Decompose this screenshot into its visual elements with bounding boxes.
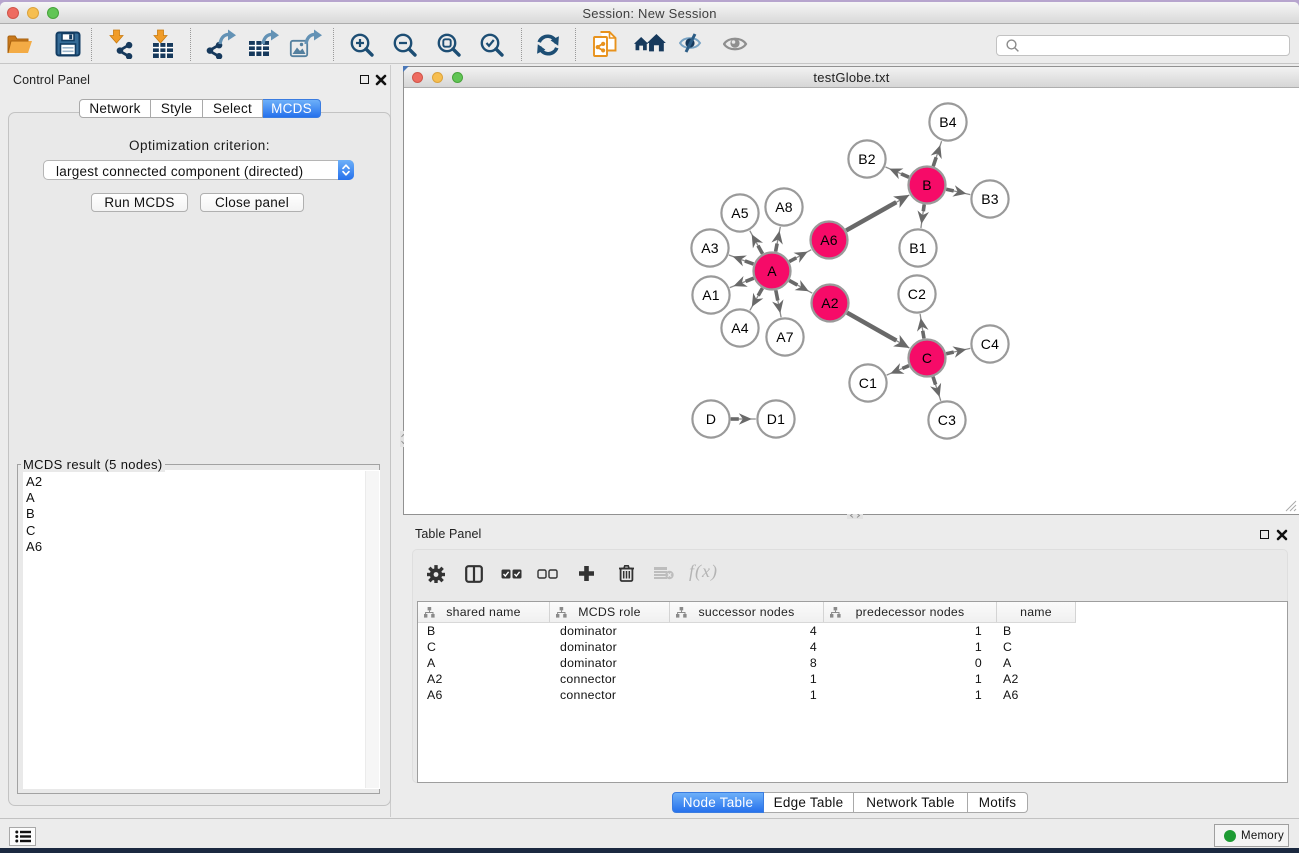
svg-text:D1: D1 bbox=[767, 411, 785, 427]
svg-text:f(x): f(x) bbox=[689, 563, 718, 582]
svg-text:B2: B2 bbox=[858, 151, 876, 167]
svg-text:A3: A3 bbox=[701, 240, 719, 256]
svg-text:A1: A1 bbox=[702, 287, 720, 303]
svg-text:D: D bbox=[706, 411, 716, 427]
svg-text:A4: A4 bbox=[731, 320, 749, 336]
svg-text:C2: C2 bbox=[908, 286, 926, 302]
svg-text:C4: C4 bbox=[981, 336, 999, 352]
svg-text:C: C bbox=[922, 350, 932, 366]
svg-text:A5: A5 bbox=[731, 205, 749, 221]
svg-text:C3: C3 bbox=[938, 412, 956, 428]
svg-text:A6: A6 bbox=[820, 232, 838, 248]
svg-text:A7: A7 bbox=[776, 329, 794, 345]
svg-text:C1: C1 bbox=[859, 375, 877, 391]
svg-text:B1: B1 bbox=[909, 240, 927, 256]
svg-text:A: A bbox=[767, 263, 777, 279]
svg-text:B3: B3 bbox=[981, 191, 999, 207]
svg-text:B: B bbox=[922, 177, 932, 193]
svg-text:B4: B4 bbox=[939, 114, 957, 130]
svg-text:A2: A2 bbox=[821, 295, 839, 311]
svg-text:A8: A8 bbox=[775, 199, 793, 215]
